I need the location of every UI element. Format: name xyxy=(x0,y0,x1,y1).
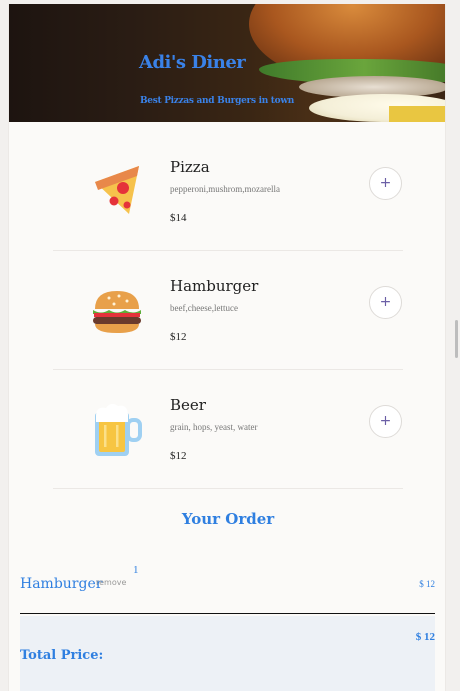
add-beer-button[interactable]: + xyxy=(369,405,402,438)
item-price: $14 xyxy=(170,212,187,224)
order-title: Your Order xyxy=(181,510,275,528)
hero-banner: Adi's Diner Best Pizzas and Burgers in t… xyxy=(9,4,445,122)
menu-item-beer: Beer grain, hops, yeast, water $12 + xyxy=(53,370,403,489)
item-price: $12 xyxy=(170,331,187,343)
total-section: $ 12 Total Price: xyxy=(20,616,435,691)
total-price: $ 12 xyxy=(415,631,435,643)
page: Adi's Diner Best Pizzas and Burgers in t… xyxy=(8,4,446,691)
item-description: pepperoni,mushrom,mozarella xyxy=(170,184,280,194)
order-item-row: 1 Hamburger remove $ 12 xyxy=(20,564,435,614)
order-item-price: $ 12 xyxy=(419,579,435,589)
scrollbar-thumb[interactable] xyxy=(455,320,458,358)
order-item-name: Hamburger xyxy=(20,576,103,592)
order-item-quantity: 1 xyxy=(133,564,139,576)
burger-image-cheese xyxy=(389,106,445,122)
item-name: Hamburger xyxy=(170,277,259,295)
item-name: Pizza xyxy=(170,158,210,176)
restaurant-subtitle: Best Pizzas and Burgers in town xyxy=(140,96,295,106)
add-pizza-button[interactable]: + xyxy=(369,167,402,200)
menu-item-pizza: Pizza pepperoni,mushrom,mozarella $14 + xyxy=(53,132,403,251)
pizza-icon xyxy=(89,160,145,220)
remove-item-button[interactable]: remove xyxy=(96,578,126,587)
item-description: beef,cheese,lettuce xyxy=(170,303,238,313)
item-description: grain, hops, yeast, water xyxy=(170,422,258,432)
order-divider xyxy=(20,613,435,614)
total-label: Total Price: xyxy=(20,648,104,663)
beer-icon xyxy=(89,398,145,458)
restaurant-title: Adi's Diner xyxy=(139,52,246,73)
menu-item-hamburger: Hamburger beef,cheese,lettuce $12 + xyxy=(53,251,403,370)
add-hamburger-button[interactable]: + xyxy=(369,286,402,319)
item-name: Beer xyxy=(170,396,206,414)
item-price: $12 xyxy=(170,450,187,462)
hamburger-icon xyxy=(89,279,145,339)
